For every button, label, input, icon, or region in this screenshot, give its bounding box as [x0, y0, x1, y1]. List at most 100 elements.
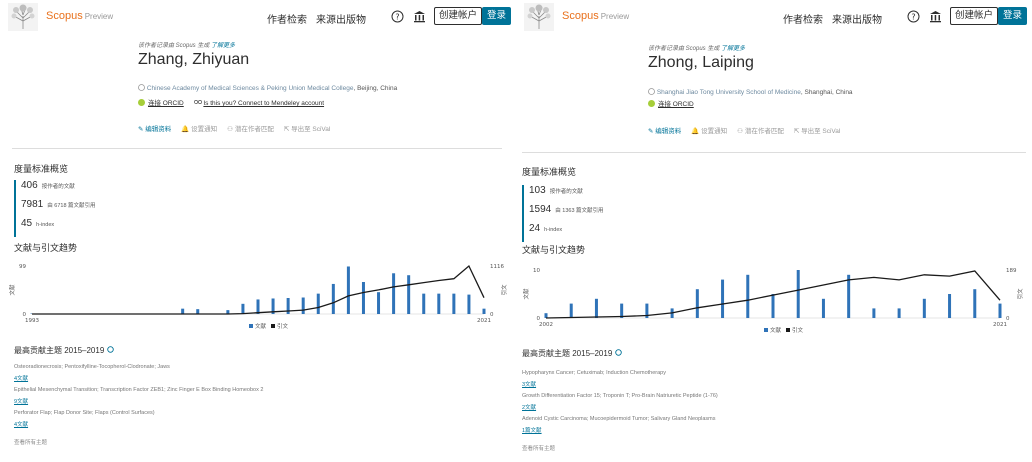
institution-icon[interactable] — [929, 10, 942, 23]
profile-notice: 该作者记录由 Scopus 生成 了解更多 — [138, 43, 236, 49]
institution-icon[interactable] — [413, 10, 426, 23]
documents-bar[interactable] — [407, 275, 411, 314]
documents-bar[interactable] — [361, 282, 365, 314]
metric-item[interactable]: 7981 由 6718 篇文献引用 — [21, 199, 96, 218]
documents-bar[interactable] — [452, 293, 456, 314]
connect-mendeley-link[interactable]: Is this you? Connect to Mendeley account — [203, 100, 324, 107]
connect-orcid-link[interactable]: 连接 ORCID — [658, 101, 694, 108]
documents-bar[interactable] — [922, 298, 926, 318]
documents-bar[interactable] — [771, 294, 775, 318]
edit-profile-button[interactable]: ✎ 编辑资料 — [138, 126, 171, 133]
documents-bar[interactable] — [998, 303, 1002, 318]
documents-bar[interactable] — [847, 274, 851, 318]
help-icon[interactable]: ? — [907, 10, 920, 23]
y-left-axis-label: 文献 — [8, 284, 16, 296]
documents-bar[interactable] — [196, 309, 200, 314]
documents-bar[interactable] — [392, 273, 396, 314]
affiliation-location: , Beijing, China — [353, 85, 398, 92]
documents-bar[interactable] — [821, 298, 825, 318]
learn-more-link[interactable]: 了解更多 — [211, 43, 235, 49]
topic-documents-link[interactable]: 1篇文献 — [522, 426, 542, 434]
create-account-button[interactable]: 创建帐户 — [950, 7, 999, 25]
potential-author-matches-button[interactable]: ⚇ 潜在作者匹配 — [737, 128, 784, 135]
set-alert-button[interactable]: 🔔 设置通知 — [181, 126, 217, 133]
documents-bar[interactable] — [316, 293, 320, 314]
x-end-label: 2021 — [993, 322, 1007, 328]
documents-bar[interactable] — [973, 289, 977, 318]
metric-item[interactable]: 103 按作者的文献 — [529, 185, 604, 204]
author-search-link[interactable]: 作者检索 — [267, 11, 307, 26]
metric-item[interactable]: 406 按作者的文献 — [21, 180, 96, 199]
author-name: Zhong, Laiping — [648, 54, 754, 71]
author-search-link[interactable]: 作者检索 — [783, 11, 823, 26]
legend-documents-label: 文献 — [770, 326, 782, 334]
login-button[interactable]: 登录 — [998, 7, 1028, 25]
view-all-topics-link[interactable]: 查看所有主题 — [522, 444, 555, 452]
y-right-max-label: 189 — [1006, 268, 1017, 274]
documents-bar[interactable] — [594, 298, 598, 318]
x-start-label: 1993 — [25, 318, 39, 324]
metric-item[interactable]: 1594 由 1363 篇文献引用 — [529, 204, 604, 223]
documents-bar[interactable] — [721, 279, 725, 318]
topic-documents-link[interactable]: 9文献 — [14, 397, 28, 405]
documents-bar[interactable] — [422, 293, 426, 314]
metric-item[interactable]: 24 h-index — [529, 223, 604, 242]
view-all-topics-link[interactable]: 查看所有主题 — [14, 438, 47, 446]
help-icon[interactable]: ? — [391, 10, 404, 23]
metrics-overview-title: 度量标准概览 — [14, 164, 69, 174]
documents-bar[interactable] — [181, 308, 185, 314]
topic-documents-link[interactable]: 4文献 — [14, 420, 28, 428]
metric-label: 按作者的文献 — [41, 184, 75, 190]
metrics-list: 103 按作者的文献 1594 由 1363 篇文献引用 24 h-index — [522, 185, 604, 242]
documents-bar[interactable] — [241, 303, 245, 314]
documents-bar[interactable] — [467, 294, 471, 314]
legend-citations-label: 引文 — [792, 326, 804, 334]
topic-documents-link[interactable]: 4文献 — [14, 374, 28, 382]
info-icon[interactable] — [106, 346, 114, 353]
export-to-scival-button[interactable]: ⇱ 导出至 SciVal — [284, 126, 331, 133]
export-to-scival-button[interactable]: ⇱ 导出至 SciVal — [794, 128, 841, 135]
topic-documents-link[interactable]: 2文献 — [522, 403, 536, 411]
edit-profile-button[interactable]: ✎ 编辑资料 — [648, 128, 681, 135]
documents-bar[interactable] — [746, 274, 750, 318]
documents-bar[interactable] — [872, 308, 876, 318]
affiliation-org[interactable]: Shanghai Jiao Tong University School of … — [657, 89, 801, 96]
potential-author-matches-button[interactable]: ⚇ 潜在作者匹配 — [227, 126, 274, 133]
create-account-button[interactable]: 创建帐户 — [434, 7, 483, 25]
sources-link[interactable]: 来源出版物 — [316, 11, 366, 26]
documents-bar[interactable] — [346, 266, 350, 314]
legend-documents-swatch — [249, 324, 253, 328]
set-alert-button[interactable]: 🔔 设置通知 — [691, 128, 727, 135]
topic-documents-link[interactable]: 3文献 — [522, 380, 536, 388]
documents-bar[interactable] — [331, 283, 335, 314]
documents-bar[interactable] — [256, 299, 260, 314]
documents-bar[interactable] — [796, 270, 800, 318]
author-match-icon: ⚇ — [737, 128, 745, 135]
documents-bar[interactable] — [948, 294, 952, 318]
profile-actions: ✎ 编辑资料 🔔 设置通知 ⚇ 潜在作者匹配 ⇱ 导出至 SciVal — [138, 123, 340, 133]
section-divider — [12, 148, 502, 149]
scopus-brand[interactable]: Scopus Preview — [562, 10, 629, 22]
metric-item[interactable]: 45 h-index — [21, 218, 96, 237]
documents-bar[interactable] — [569, 303, 573, 318]
documents-bar[interactable] — [544, 313, 548, 318]
connect-orcid-link[interactable]: 连接 ORCID — [148, 100, 184, 107]
documents-bar[interactable] — [301, 297, 305, 314]
documents-bar[interactable] — [897, 308, 901, 318]
affiliation-org[interactable]: Chinese Academy of Medical Sciences & Pe… — [147, 85, 354, 92]
topic-name: Hypopharynx Cancer; Cetuximab; Induction… — [522, 370, 666, 376]
documents-bar[interactable] — [695, 289, 699, 318]
documents-bar[interactable] — [377, 292, 381, 314]
scopus-brand[interactable]: Scopus Preview — [46, 10, 113, 22]
documents-bar[interactable] — [482, 308, 486, 314]
y-left-max-label: 99 — [19, 264, 26, 270]
documents-bar[interactable] — [437, 293, 441, 314]
sources-link[interactable]: 来源出版物 — [832, 11, 882, 26]
login-button[interactable]: 登录 — [482, 7, 512, 25]
learn-more-link[interactable]: 了解更多 — [721, 46, 745, 52]
info-icon[interactable] — [614, 349, 622, 356]
elsevier-tree-logo[interactable] — [8, 3, 38, 31]
elsevier-tree-logo[interactable] — [524, 3, 554, 31]
topics-title: 最高贡献主题 2015–2019 — [522, 348, 622, 359]
x-end-label: 2021 — [477, 318, 491, 324]
